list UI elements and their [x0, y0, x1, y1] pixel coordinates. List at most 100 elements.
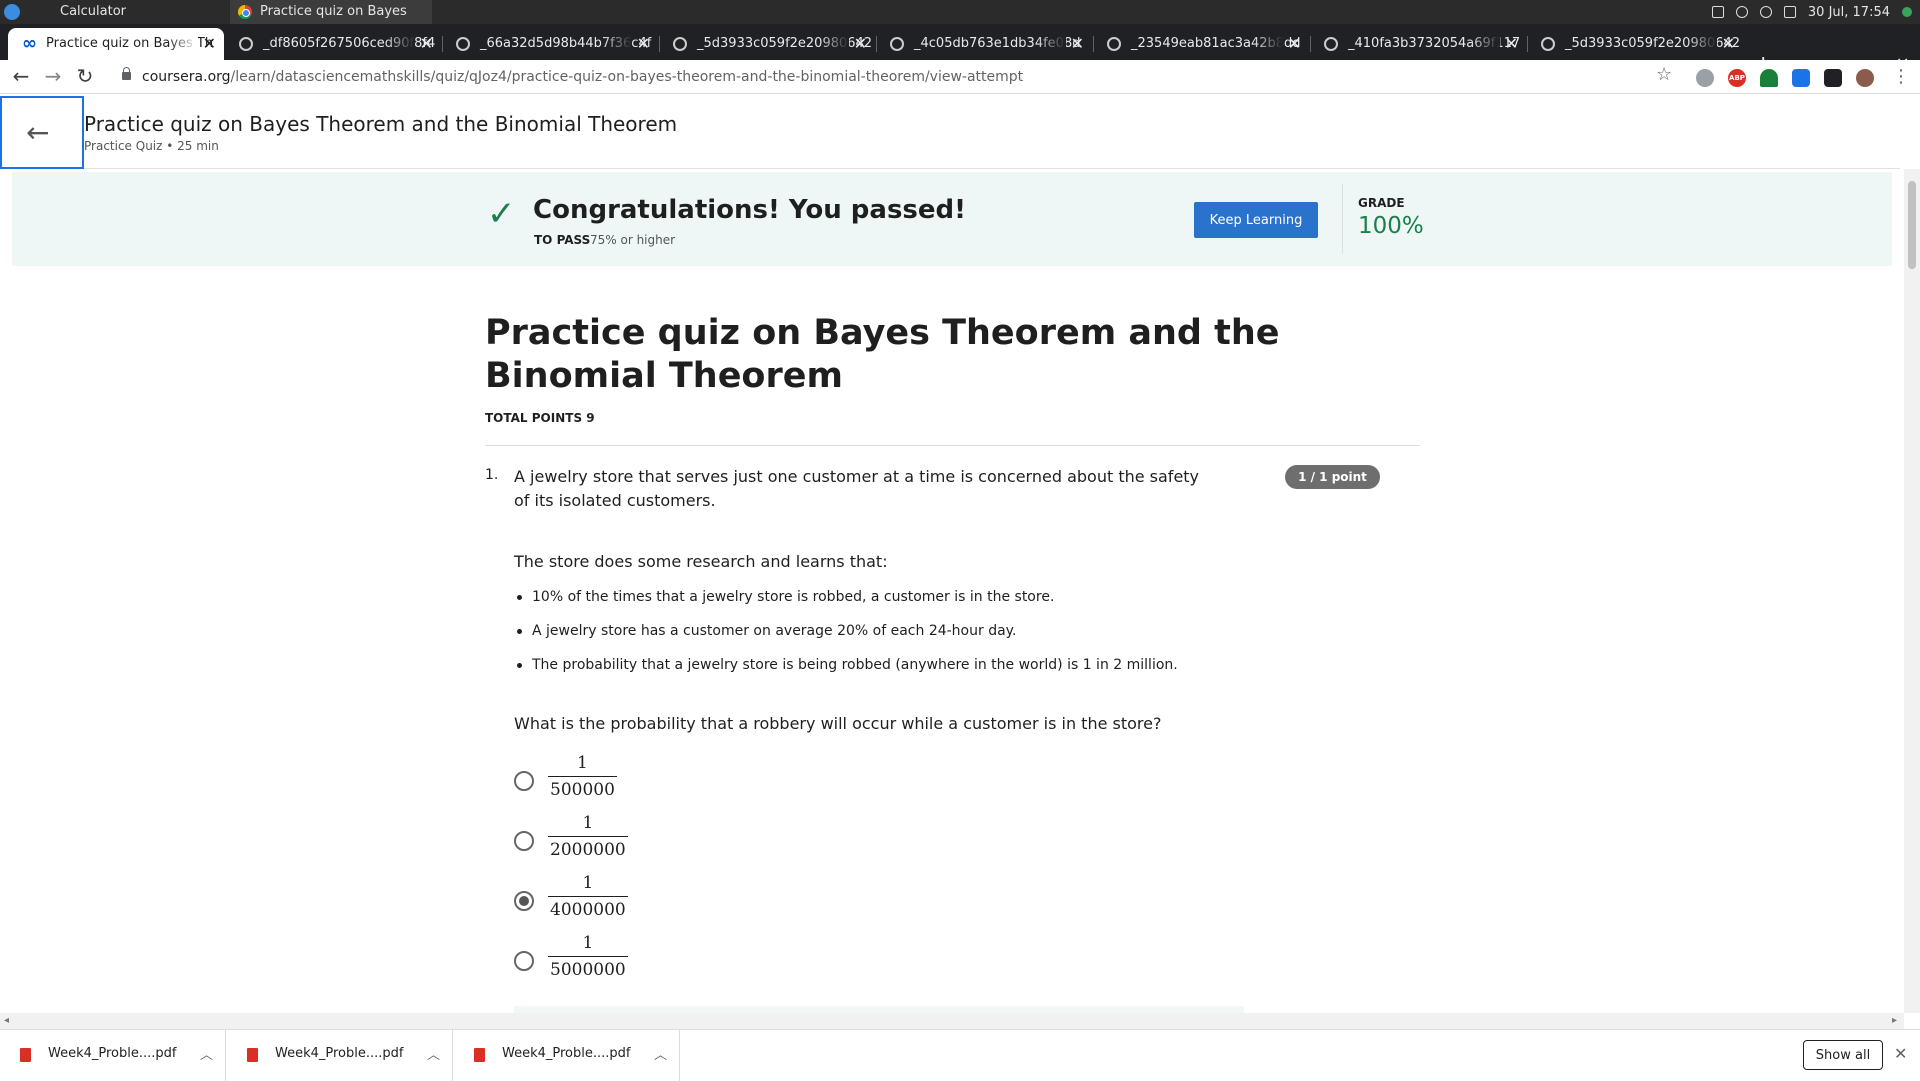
fraction-denominator: 2000000 — [548, 836, 628, 860]
radio-button-selected[interactable] — [514, 891, 534, 911]
os-window-calculator[interactable]: Calculator — [26, 0, 228, 24]
pdf-icon — [474, 1048, 485, 1062]
close-tab-icon[interactable]: ✕ — [1071, 28, 1084, 60]
os-window-browser[interactable]: Practice quiz on Bayes Th... — [230, 0, 432, 43]
close-tab-icon[interactable]: ✕ — [1288, 28, 1301, 60]
points-badge: 1 / 1 point — [1285, 465, 1380, 489]
close-tab-icon[interactable]: ✕ — [420, 28, 433, 60]
tab-fade — [1470, 28, 1500, 60]
tab-pdf-7[interactable]: _5d3933c059f2e20980642 ✕ — [1527, 28, 1743, 60]
scroll-right-icon[interactable]: ▸ — [1892, 1013, 1897, 1029]
clock[interactable]: 30 Jul, 17:54 — [1808, 5, 1890, 20]
facts-list: 10% of the times that a jewelry store is… — [514, 587, 1314, 689]
radio-button[interactable] — [514, 771, 534, 791]
horizontal-scrollbar[interactable]: ◂ ▸ — [0, 1013, 1904, 1029]
extensions-puzzle-icon[interactable] — [1824, 69, 1842, 87]
fraction-numerator: 1 — [577, 753, 588, 773]
os-menu-icon[interactable] — [4, 4, 20, 20]
extension-tree-icon[interactable] — [1760, 69, 1778, 87]
question-lead: The store does some research and learns … — [514, 552, 888, 571]
os-top-bar: Calculator Practice quiz on Bayes Th... … — [0, 0, 1920, 43]
extension-grid-icon[interactable] — [1792, 69, 1810, 87]
download-item[interactable]: Week4_Proble....pdf ︿ — [227, 1030, 453, 1081]
globe-icon — [239, 37, 253, 51]
answer-option-4[interactable]: 1 5000000 — [514, 931, 714, 991]
globe-icon — [456, 37, 470, 51]
to-pass-label: TO PASS — [534, 233, 591, 247]
browser-menu-icon[interactable]: ⋮ — [1892, 66, 1910, 87]
back-arrow-icon[interactable]: ← — [9, 64, 33, 88]
quiz-content[interactable]: ✓ Congratulations! You passed! TO PASS 7… — [0, 169, 1900, 1013]
tab-fade — [1687, 28, 1717, 60]
download-filename: Week4_Proble....pdf — [48, 1046, 177, 1061]
list-item: The probability that a jewelry store is … — [514, 655, 1314, 689]
download-item[interactable]: Week4_Proble....pdf ︿ — [0, 1030, 226, 1081]
back-button[interactable]: ← — [0, 96, 84, 169]
list-item: A jewelry store has a customer on averag… — [514, 621, 1314, 655]
reload-icon[interactable]: ↻ — [73, 64, 97, 88]
fraction-numerator: 1 — [582, 873, 594, 893]
radio-button[interactable] — [514, 831, 534, 851]
url-host: coursera.org — [142, 69, 231, 85]
tab-pdf-3[interactable]: _5d3933c059f2e20980642 ✕ — [659, 28, 875, 60]
tab-pdf-4[interactable]: _4c05db763e1db34fe08d ✕ — [876, 28, 1092, 60]
lock-icon[interactable] — [122, 67, 131, 80]
pdf-icon — [247, 1048, 258, 1062]
notification-icon[interactable] — [1902, 7, 1912, 17]
fraction: 1 5000000 — [548, 933, 628, 980]
close-tab-icon[interactable]: ✕ — [854, 28, 867, 60]
show-all-button[interactable]: Show all — [1803, 1040, 1883, 1070]
question-prompt: What is the probability that a robbery w… — [514, 714, 1162, 733]
wifi-icon[interactable] — [1759, 6, 1772, 18]
fraction: 1 4000000 — [548, 873, 628, 920]
chevron-up-icon[interactable]: ︿ — [200, 1044, 213, 1063]
chevron-up-icon[interactable]: ︿ — [427, 1044, 440, 1063]
total-points: TOTAL POINTS 9 — [485, 411, 595, 425]
coursera-icon — [22, 28, 37, 60]
scrollbar-thumb[interactable] — [1908, 181, 1916, 269]
tab-pdf-2[interactable]: _66a32d5d98b44b7f36c4f ✕ — [442, 28, 658, 60]
extension-bug-icon[interactable] — [1696, 69, 1714, 87]
globe-icon — [890, 37, 904, 51]
checkmark-icon: ✓ — [487, 194, 516, 234]
close-tab-icon[interactable]: ✕ — [1505, 28, 1518, 60]
tab-pdf-1[interactable]: _df8605f267506ced90f8f4 ✕ — [225, 28, 441, 60]
chrome-icon — [238, 5, 252, 19]
tab-pdf-6[interactable]: _410fa3b3732054a69f117 ✕ — [1310, 28, 1526, 60]
vertical-scrollbar[interactable] — [1904, 169, 1920, 1013]
profile-avatar[interactable] — [1856, 69, 1874, 87]
answer-option-3[interactable]: 1 4000000 — [514, 871, 714, 931]
tab-pdf-5[interactable]: _23549eab81ac3a42b8dd ✕ — [1093, 28, 1309, 60]
chevron-up-icon[interactable]: ︿ — [654, 1044, 667, 1063]
download-item[interactable]: Week4_Proble....pdf ︿ — [454, 1030, 680, 1081]
download-shelf: Week4_Proble....pdf ︿ Week4_Proble....pd… — [0, 1029, 1920, 1081]
scroll-left-icon[interactable]: ◂ — [4, 1013, 9, 1029]
close-tab-icon[interactable]: ✕ — [1722, 28, 1735, 60]
system-tray: 30 Jul, 17:54 — [1711, 0, 1920, 24]
feedback-box — [514, 1006, 1244, 1013]
close-tab-icon[interactable]: ✕ — [203, 28, 216, 60]
fraction: 1 2000000 — [548, 813, 628, 860]
pass-banner: ✓ Congratulations! You passed! TO PASS 7… — [12, 172, 1892, 266]
answer-option-1[interactable]: 1 500000 — [514, 751, 714, 811]
divider — [1342, 184, 1343, 254]
address-bar[interactable]: coursera.org/learn/datasciencemathskills… — [112, 64, 1652, 90]
radio-button[interactable] — [514, 951, 534, 971]
globe-icon — [1541, 37, 1555, 51]
bookmark-star-icon[interactable]: ☆ — [1656, 64, 1672, 85]
question-number: 1. — [485, 467, 499, 483]
tab-quiz[interactable]: Practice quiz on Bayes Th ✕ — [8, 28, 224, 60]
answer-option-2[interactable]: 1 2000000 — [514, 811, 714, 871]
fraction-denominator: 5000000 — [548, 956, 628, 980]
volume-icon[interactable] — [1783, 6, 1796, 18]
keep-learning-button[interactable]: Keep Learning — [1194, 202, 1318, 238]
fraction-denominator: 500000 — [548, 776, 617, 800]
battery-icon[interactable] — [1711, 6, 1724, 18]
bluetooth-icon[interactable] — [1735, 6, 1748, 18]
tab-strip: Practice quiz on Bayes Th ✕ _df8605f2675… — [0, 24, 1920, 76]
close-shelf-icon[interactable]: ✕ — [1894, 1044, 1907, 1063]
tab-fade — [602, 28, 632, 60]
adblock-icon[interactable]: ABP — [1728, 69, 1746, 87]
forward-arrow-icon[interactable]: → — [41, 64, 65, 88]
close-tab-icon[interactable]: ✕ — [637, 28, 650, 60]
